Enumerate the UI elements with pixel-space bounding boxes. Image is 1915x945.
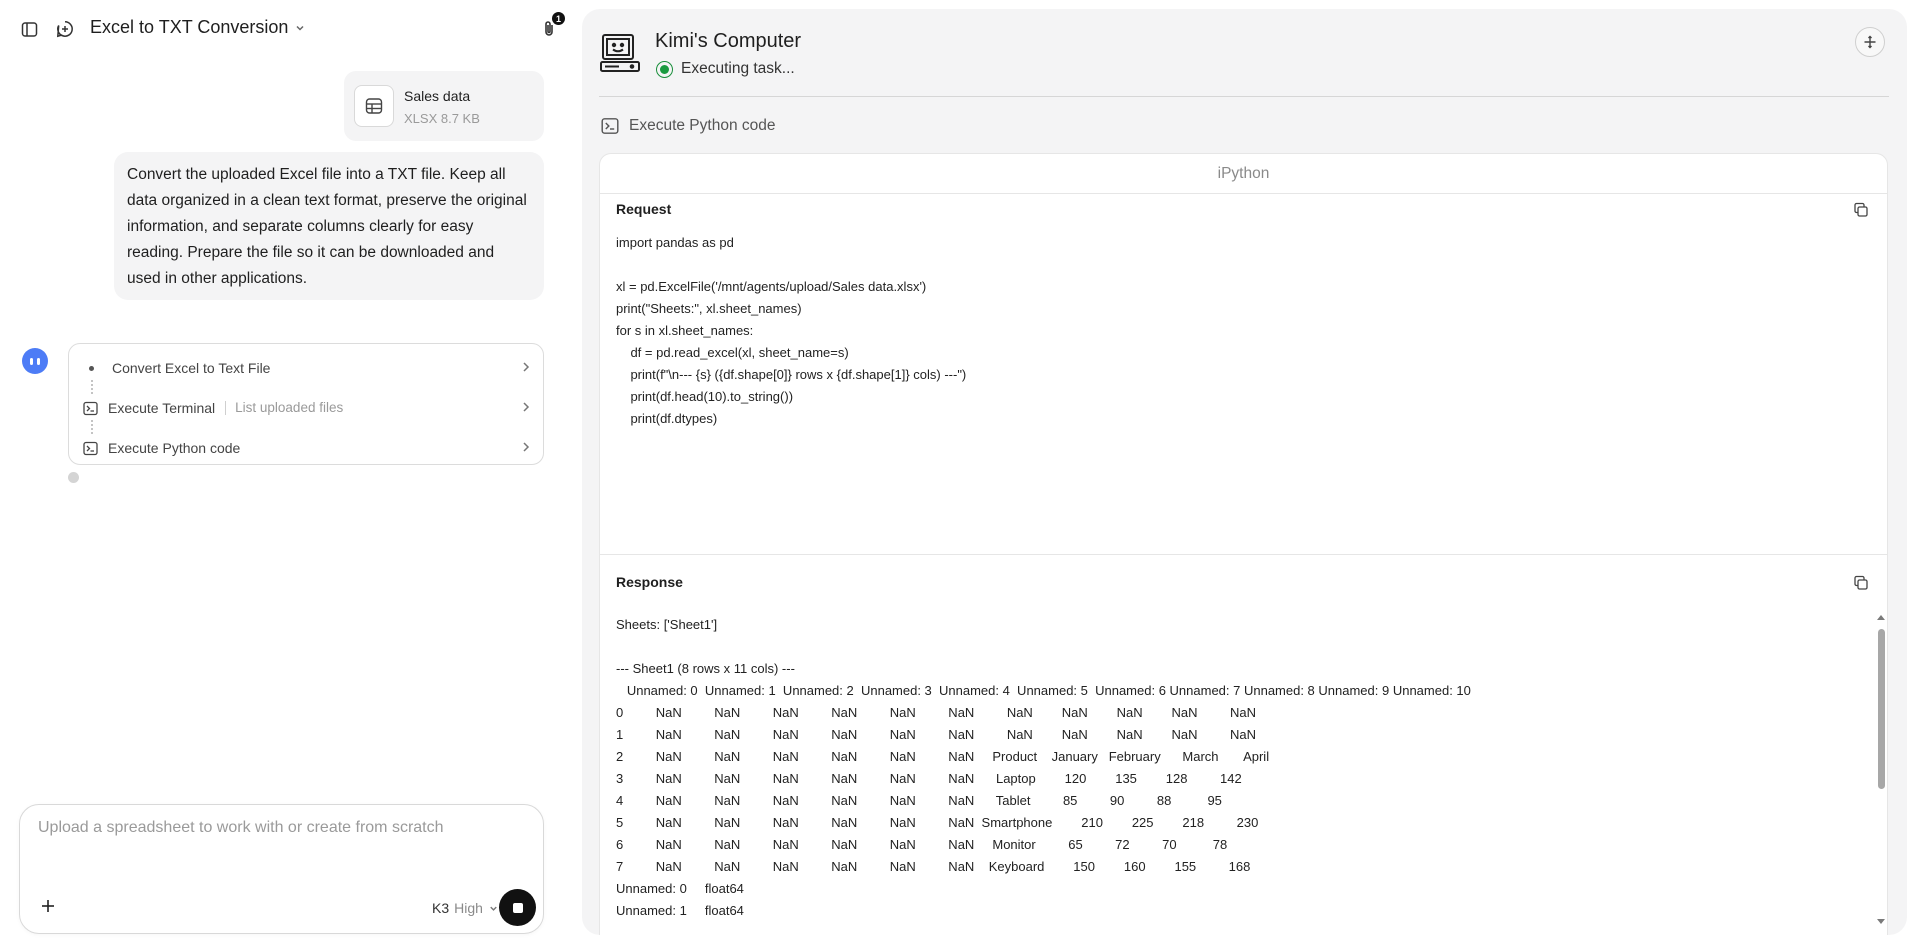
ipython-panel: iPython Request import pandas as pd xl =…	[599, 153, 1888, 935]
step-label: Execute Python code	[108, 440, 241, 456]
chevron-down-icon	[296, 25, 304, 31]
task-status: Executing task...	[656, 60, 795, 78]
step-execute-python[interactable]: Execute Python code	[83, 437, 533, 459]
chat-topbar: Excel to TXT Conversion 1	[0, 0, 565, 58]
chevron-down-icon	[490, 906, 497, 911]
new-chat-icon[interactable]	[54, 18, 76, 40]
chevron-right-icon	[523, 442, 530, 452]
status-indicator-icon	[656, 60, 673, 78]
task-steps: Convert Excel to Text File Execute Termi…	[68, 343, 544, 465]
response-output: Sheets: ['Sheet1'] --- Sheet1 (8 rows x …	[600, 614, 1870, 935]
stop-icon	[512, 902, 523, 913]
add-attachment-button[interactable]	[36, 894, 60, 918]
message-input[interactable]	[38, 819, 528, 837]
response-text: Sheets: ['Sheet1'] --- Sheet1 (8 rows x …	[616, 617, 1471, 918]
step-convert-excel[interactable]: Convert Excel to Text File	[83, 357, 533, 379]
terminal-icon	[83, 441, 98, 455]
uploaded-file-card[interactable]: Sales data XLSX 8.7 KB	[344, 71, 544, 141]
chevron-right-icon	[523, 402, 530, 412]
copy-icon	[1854, 202, 1868, 217]
scrollbar-thumb[interactable]	[1878, 629, 1885, 789]
step-sublabel: List uploaded files	[225, 401, 343, 415]
file-name: Sales data	[404, 88, 471, 104]
step-label: Convert Excel to Text File	[112, 360, 271, 376]
step-execute-terminal[interactable]: Execute Terminal List uploaded files	[83, 397, 533, 419]
stop-button[interactable]	[499, 889, 536, 926]
chevron-right-icon	[523, 362, 530, 372]
status-text: Executing task...	[681, 60, 795, 77]
request-code: import pandas as pd xl = pd.ExcelFile('/…	[616, 235, 967, 426]
message-composer: K3 High	[19, 804, 544, 934]
expand-icon	[1864, 35, 1876, 49]
divider	[599, 96, 1889, 97]
active-tool: Execute Python code	[601, 117, 776, 135]
user-message: Convert the uploaded Excel file into a T…	[114, 152, 544, 300]
copy-response-button[interactable]	[1851, 573, 1871, 593]
agent-avatar	[22, 348, 48, 374]
panel-title: iPython	[600, 154, 1887, 194]
section-divider	[600, 554, 1887, 555]
response-label: Response	[616, 574, 683, 590]
response-scrollbar[interactable]	[1876, 615, 1886, 930]
copy-icon	[1854, 575, 1868, 590]
attachment-count-badge: 1	[552, 12, 565, 25]
plus-icon	[42, 900, 54, 912]
model-selector[interactable]: K3 High	[432, 900, 499, 916]
conversation-title-dropdown[interactable]: Excel to TXT Conversion	[90, 17, 306, 38]
computer-icon	[600, 34, 640, 72]
sidebar-toggle-icon[interactable]	[18, 18, 40, 40]
model-mode: High	[454, 900, 483, 916]
file-meta: XLSX 8.7 KB	[404, 111, 480, 126]
expand-button[interactable]	[1855, 27, 1885, 57]
tool-name: Execute Python code	[629, 117, 776, 134]
computer-title: Kimi's Computer	[655, 30, 802, 52]
request-label: Request	[616, 201, 672, 217]
bullet-icon	[89, 365, 94, 371]
conversation-title: Excel to TXT Conversion	[90, 17, 289, 37]
loading-dot	[68, 472, 79, 483]
copy-request-button[interactable]	[1851, 200, 1871, 220]
spreadsheet-icon	[354, 85, 394, 127]
step-label: Execute Terminal	[108, 400, 216, 416]
terminal-icon	[83, 401, 98, 415]
chat-panel: Excel to TXT Conversion 1 Sales data XLS…	[0, 0, 565, 945]
computer-panel: Kimi's Computer Executing task... Execut…	[582, 9, 1907, 935]
terminal-icon	[601, 118, 619, 134]
model-name: K3	[432, 900, 450, 916]
